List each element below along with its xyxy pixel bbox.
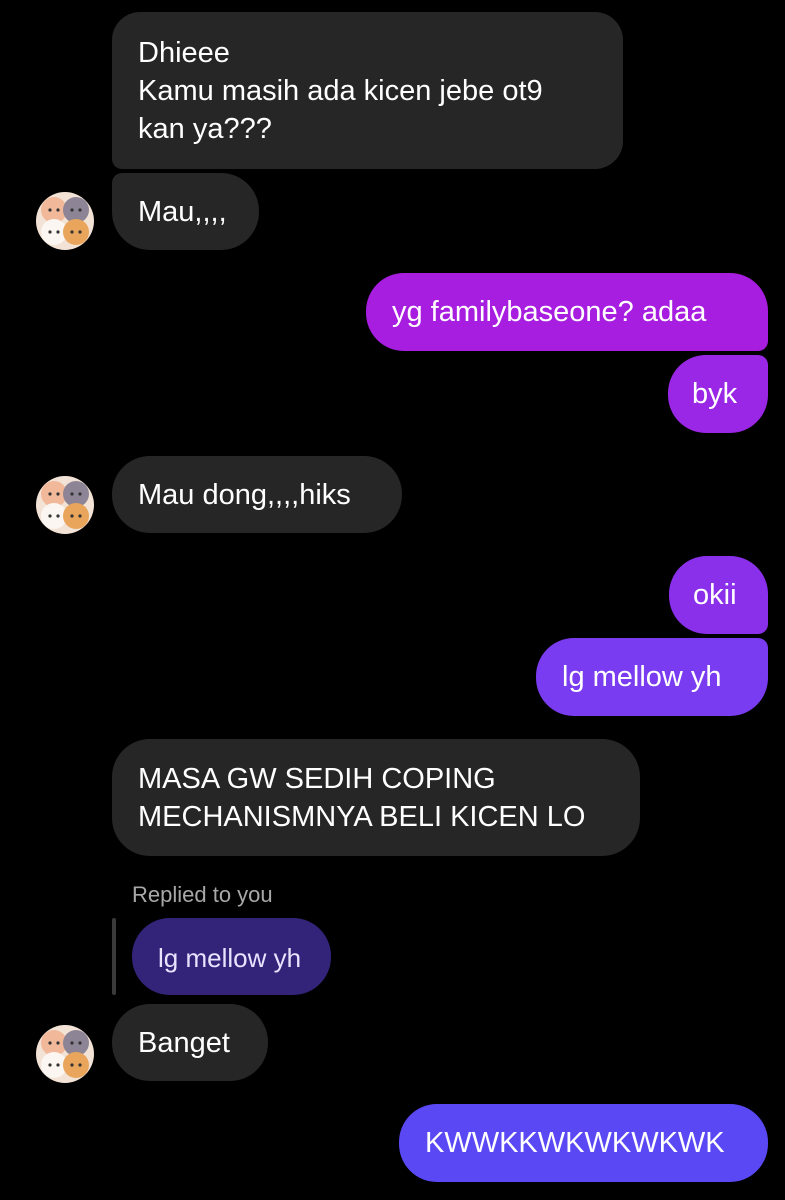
contact-avatar-icon[interactable] [36, 192, 94, 250]
reply-context-label: Replied to you [132, 882, 273, 907]
message-bubble-outgoing[interactable]: lg mellow yh [536, 638, 768, 716]
message-bubble-incoming[interactable]: Mau dong,,,,hiks [112, 456, 402, 533]
message-bubble-incoming[interactable]: Banget [112, 1004, 268, 1081]
contact-avatar-icon[interactable] [36, 1025, 94, 1083]
message-bubble-outgoing[interactable]: KWWKKWKWKWKWK [399, 1104, 768, 1182]
message-bubble-incoming[interactable]: MASA GW SEDIH COPING MECHANISMNYA BELI K… [112, 739, 640, 856]
message-bubble-outgoing[interactable]: yg familybaseone? adaa [366, 273, 768, 351]
message-bubble-outgoing[interactable]: okii [669, 556, 768, 634]
message-bubble-incoming[interactable]: Mau,,,, [112, 173, 259, 250]
reply-indicator-bar [112, 918, 116, 995]
quoted-message-bubble[interactable]: lg mellow yh [132, 918, 331, 995]
message-bubble-incoming[interactable]: Dhieee Kamu masih ada kicen jebe ot9 kan… [112, 12, 623, 169]
contact-avatar-icon[interactable] [36, 476, 94, 534]
message-bubble-outgoing[interactable]: byk [668, 355, 768, 433]
